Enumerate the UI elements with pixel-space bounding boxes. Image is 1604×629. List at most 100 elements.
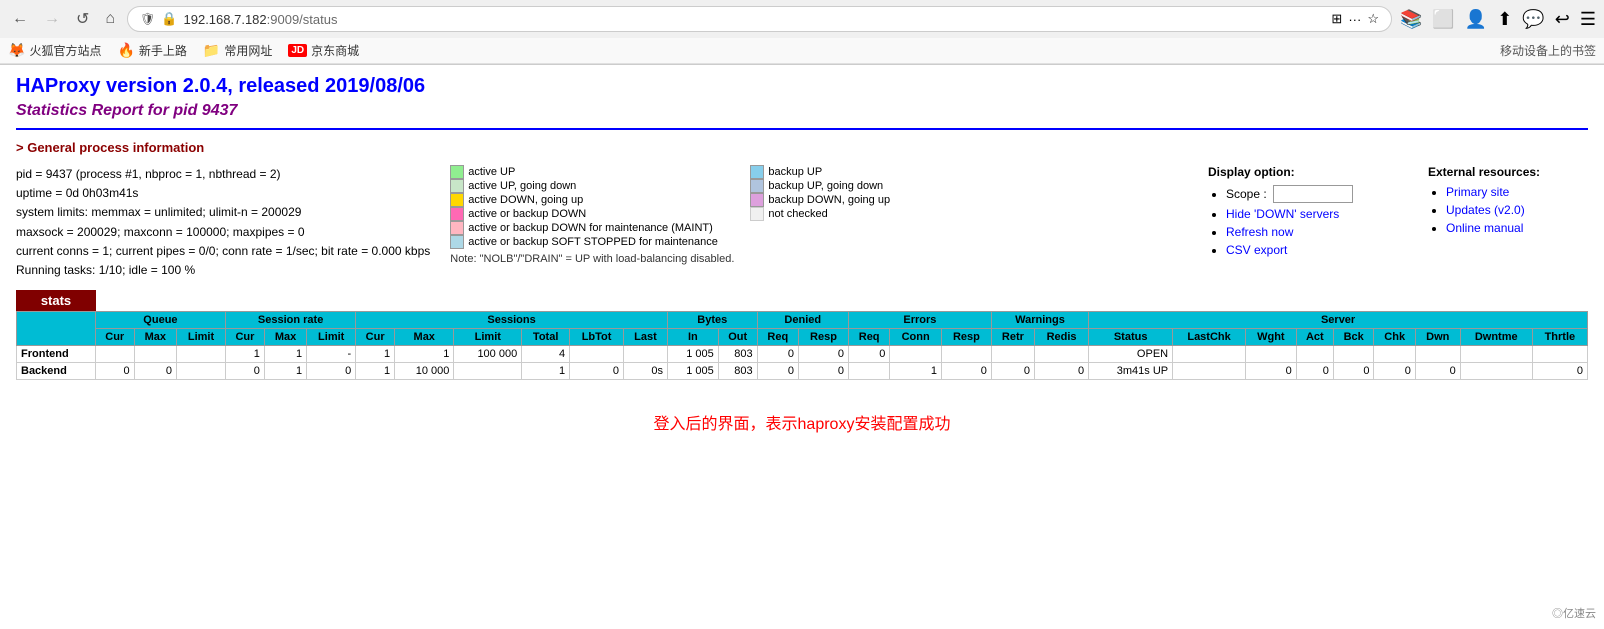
jd-icon: JD — [288, 44, 307, 57]
mobile-bookmarks[interactable]: 移动设备上的书签 — [1500, 42, 1596, 59]
external-resources-list: Primary site Updates (v2.0) Online manua… — [1428, 185, 1588, 235]
frontend-s-max: 1 — [395, 346, 454, 363]
watermark: ◎亿速云 — [1552, 605, 1596, 621]
legend-item: active UP — [450, 165, 734, 179]
refresh-now-link[interactable]: Refresh now — [1226, 225, 1293, 239]
th-w-redis: Redis — [1034, 329, 1088, 346]
browser-actions: 📚 ⬜ 👤 ⬆ 💬 ↩ ☰ — [1400, 9, 1596, 30]
th-errors: Errors — [848, 312, 991, 329]
updates-link[interactable]: Updates (v2.0) — [1446, 203, 1525, 217]
frontend-lastchk — [1173, 346, 1246, 363]
th-sv-thrtle: Thrtle — [1532, 329, 1587, 346]
color-active-backup-down — [450, 207, 464, 221]
backend-sr-max: 1 — [264, 363, 306, 380]
hide-down-link[interactable]: Hide 'DOWN' servers — [1226, 207, 1339, 221]
stats-table-body: Frontend 1 1 - 1 1 100 000 4 1 005 803 0 — [17, 346, 1588, 380]
color-backup-up — [750, 165, 764, 179]
th-sv-lastchk: LastChk — [1173, 329, 1246, 346]
scope-row: Scope : — [1226, 185, 1408, 203]
bookmark-firefox[interactable]: 🦊 火狐官方站点 — [8, 42, 101, 59]
th-d-req: Req — [757, 329, 798, 346]
stats-table: Queue Session rate Sessions Bytes Denied… — [16, 311, 1588, 380]
online-manual-link[interactable]: Online manual — [1446, 221, 1523, 235]
primary-site-link[interactable]: Primary site — [1446, 185, 1509, 199]
backend-status: 3m41s UP — [1089, 363, 1173, 380]
reload-button[interactable]: ↺ — [72, 7, 93, 31]
backend-chk: 0 — [1374, 363, 1415, 380]
th-sv-dwn: Dwn — [1415, 329, 1460, 346]
csv-export-link[interactable]: CSV export — [1226, 243, 1287, 257]
row-name-frontend: Frontend — [17, 346, 96, 363]
th-d-resp: Resp — [799, 329, 849, 346]
bookmark-jd[interactable]: JD 京东商城 — [288, 42, 359, 59]
row-name-backend: Backend — [17, 363, 96, 380]
th-sv-dwntme: Dwntme — [1460, 329, 1532, 346]
th-s-lbtot: LbTot — [570, 329, 624, 346]
bookmark-newuser[interactable]: 🔥 新手上路 — [117, 42, 186, 59]
frontend-dwntme — [1460, 346, 1532, 363]
hide-down-item: Hide 'DOWN' servers — [1226, 207, 1408, 221]
backend-s-cur: 1 — [356, 363, 395, 380]
browser-chrome: ← → ↺ ⌂ 🛡 🔒 192.168.7.182:9009/status ⊞ … — [0, 0, 1604, 65]
th-sv-status: Status — [1089, 329, 1173, 346]
color-backup-up-going-down — [750, 179, 764, 193]
th-q-cur: Cur — [95, 329, 134, 346]
th-e-req: Req — [848, 329, 889, 346]
stats-container: stats Queue Session rate Sessions Bytes … — [16, 290, 1588, 380]
th-sv-wght: Wght — [1245, 329, 1296, 346]
color-active-up — [450, 165, 464, 179]
menu-icon[interactable]: ☰ — [1580, 9, 1596, 30]
backend-d-req: 0 — [757, 363, 798, 380]
scope-input[interactable] — [1273, 185, 1353, 203]
frontend-q-cur — [95, 346, 134, 363]
legend-item: backup UP, going down — [750, 179, 890, 193]
layout-icon[interactable]: ⬜ — [1432, 9, 1454, 30]
th-bytes: Bytes — [667, 312, 757, 329]
folder-icon: 📁 — [203, 42, 220, 59]
section-header: > General process information — [16, 140, 1588, 155]
table-row: Backend 0 0 0 1 0 1 10 000 1 0 0s 1 005 … — [17, 363, 1588, 380]
page-divider — [16, 128, 1588, 130]
backend-s-lbtot: 0 — [570, 363, 624, 380]
frontend-chk — [1374, 346, 1415, 363]
frontend-act — [1296, 346, 1333, 363]
frontend-status: OPEN — [1089, 346, 1173, 363]
library-icon[interactable]: 📚 — [1400, 9, 1422, 30]
frontend-sr-max: 1 — [264, 346, 306, 363]
account-icon[interactable]: 👤 — [1465, 9, 1487, 30]
bookmark-common[interactable]: 📁 常用网址 — [203, 42, 272, 59]
th-b-in: In — [667, 329, 718, 346]
forward-button[interactable]: → — [40, 8, 64, 30]
sync-icon[interactable]: ⬆ — [1497, 9, 1512, 30]
frontend-d-resp: 0 — [799, 346, 849, 363]
back-button[interactable]: ← — [8, 8, 32, 30]
bookmark-label: 新手上路 — [139, 42, 187, 59]
frontend-e-conn — [890, 346, 942, 363]
legend-right: backup UP backup UP, going down backup D… — [750, 165, 890, 265]
undo-icon[interactable]: ↩ — [1555, 9, 1570, 30]
legend-item: backup DOWN, going up — [750, 193, 890, 207]
th-e-conn: Conn — [890, 329, 942, 346]
th-server: Server — [1089, 312, 1588, 329]
backend-bck: 0 — [1333, 363, 1374, 380]
backend-thrtle: 0 — [1532, 363, 1587, 380]
legend-item: active DOWN, going up — [450, 193, 734, 207]
display-options-title: Display option: — [1208, 165, 1408, 179]
color-active-down-going-up — [450, 193, 464, 207]
th-s-limit: Limit — [454, 329, 522, 346]
uptime-line: uptime = 0d 0h03m41s — [16, 184, 430, 203]
chat-icon[interactable]: 💬 — [1522, 9, 1544, 30]
refresh-now-item: Refresh now — [1226, 225, 1408, 239]
frontend-sr-limit: - — [307, 346, 356, 363]
legend-item: active or backup DOWN — [450, 207, 734, 221]
backend-w-retr: 0 — [991, 363, 1034, 380]
frontend-q-max — [134, 346, 176, 363]
home-button[interactable]: ⌂ — [101, 8, 119, 30]
online-manual-item: Online manual — [1446, 221, 1588, 235]
bookmarks-bar: 🦊 火狐官方站点 🔥 新手上路 📁 常用网址 JD 京东商城 移动设备上的书签 — [0, 38, 1604, 64]
color-maint — [450, 221, 464, 235]
url-text: 192.168.7.182:9009/status — [184, 12, 1326, 27]
csv-export-item: CSV export — [1226, 243, 1408, 257]
url-bar[interactable]: 🛡 🔒 192.168.7.182:9009/status ⊞ ··· ☆ — [127, 6, 1392, 32]
backend-sr-limit: 0 — [307, 363, 356, 380]
